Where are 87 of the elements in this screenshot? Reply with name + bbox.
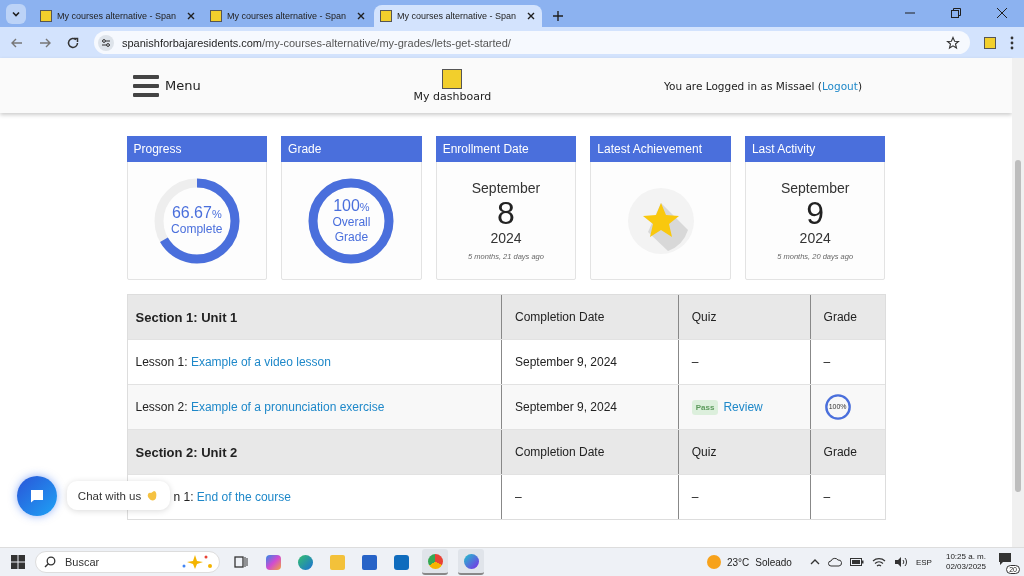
close-icon[interactable] <box>186 11 196 21</box>
restore-icon[interactable] <box>950 7 962 19</box>
card-title: Latest Achievement <box>590 136 731 162</box>
tab-title: My courses alternative - Span <box>397 11 518 21</box>
date-month: September <box>471 180 541 196</box>
chat-tooltip[interactable]: Chat with us <box>67 481 170 510</box>
temperature-text: 23°C <box>726 556 750 568</box>
scrollbar[interactable] <box>1012 58 1024 547</box>
empty-grade-text: – <box>823 355 831 369</box>
site-logo-icon <box>40 10 52 22</box>
url-text: spanishforbajaresidents.com/my-courses-alternative/my-grades/lets-get-started/ <box>122 36 512 49</box>
ring-caption: Complete <box>170 222 224 237</box>
lesson-link[interactable]: Example of a pronunciation exercise <box>190 400 385 414</box>
wifi-icon[interactable] <box>871 556 886 568</box>
completion-date: September 9, 2024 <box>514 355 618 369</box>
taskbar-search-field[interactable]: Buscar <box>35 551 220 573</box>
windows-start-icon[interactable] <box>11 555 25 569</box>
cloud-icon[interactable] <box>827 556 842 568</box>
site-settings-icon[interactable] <box>98 34 114 51</box>
search-icon <box>44 556 56 568</box>
card-title: Last Activity <box>744 136 886 162</box>
column-header: Completion Date <box>514 445 605 459</box>
site-logo-icon <box>210 10 222 22</box>
speaker-icon[interactable] <box>893 556 908 568</box>
login-status-text: You are Logged in as Missael (Logout) <box>664 79 862 92</box>
empty-quiz-text: – <box>691 355 699 369</box>
language-indicator[interactable]: ESP <box>915 557 932 567</box>
column-header: Grade <box>823 445 857 459</box>
notification-icon[interactable] <box>998 552 1012 566</box>
lesson-label: Lesson 1: <box>135 355 189 369</box>
completion-date: September 9, 2024 <box>514 400 618 414</box>
card-title: Progress <box>126 136 268 162</box>
chevron-up-icon[interactable] <box>809 557 820 567</box>
sun-icon <box>706 555 721 569</box>
tab-title: My courses alternative - Span <box>57 11 178 21</box>
browser-tab[interactable]: My courses alternative - Span <box>374 5 542 27</box>
browser-tab[interactable]: My courses alternative - Span <box>204 5 372 27</box>
chat-button[interactable] <box>17 476 57 516</box>
reload-icon[interactable] <box>66 35 80 50</box>
battery-icon[interactable] <box>849 557 864 567</box>
logout-link[interactable]: Logout <box>821 79 858 92</box>
clock[interactable]: 10:25 a. m. 02/03/2025 <box>945 552 986 572</box>
column-header: Grade <box>823 310 857 324</box>
column-header: Quiz <box>691 310 717 324</box>
ring-value: 66.67% <box>171 204 222 222</box>
bookmark-star-icon[interactable] <box>946 35 960 50</box>
lesson-link[interactable]: Example of a video lesson <box>190 355 331 369</box>
section-title: Section 1: Unit 1 <box>135 309 238 325</box>
chat-bubble-icon <box>29 488 45 504</box>
date-month: September <box>780 180 850 196</box>
date-day: 9 <box>806 196 825 230</box>
ring-value: 100% <box>333 196 370 215</box>
site-logo-icon <box>442 68 463 89</box>
tab-list-button[interactable] <box>6 4 26 24</box>
empty-grade-text: – <box>823 490 831 504</box>
section-title: Section 2: Unit 2 <box>135 444 238 460</box>
browser-tab[interactable]: My courses alternative - Span <box>34 5 202 27</box>
more-options-icon[interactable] <box>1010 35 1014 50</box>
address-field[interactable]: spanishforbajaresidents.com/my-courses-alternative/my-grades/lets-get-started/ <box>94 31 970 54</box>
extension-icon[interactable] <box>984 36 996 49</box>
lesson-link[interactable]: End of the course <box>196 490 291 504</box>
lesson-label: n 1: <box>173 490 195 504</box>
date-year: 2024 <box>490 230 522 246</box>
close-icon[interactable] <box>356 11 366 21</box>
review-link[interactable]: Review <box>723 400 763 414</box>
menu-icon <box>133 72 159 99</box>
card-title: Enrollment Date <box>435 136 577 162</box>
dashboard-link[interactable]: My dashboard <box>413 68 492 103</box>
ring-caption: Overall Grade <box>331 214 372 245</box>
empty-quiz-text: – <box>691 490 699 504</box>
date-day: 8 <box>497 196 515 230</box>
lesson-label: Lesson 2: <box>135 400 189 414</box>
new-tab-icon[interactable] <box>552 10 564 22</box>
chat-label: Chat with us <box>77 489 142 502</box>
column-header: Quiz <box>691 445 717 459</box>
close-icon[interactable] <box>996 7 1008 19</box>
completion-date: – <box>515 490 522 504</box>
menu-button[interactable]: Menu <box>133 72 201 99</box>
column-header: Completion Date <box>514 310 605 324</box>
tab-title: My courses alternative - Span <box>227 11 348 21</box>
card-title: Grade <box>281 136 422 162</box>
date-year: 2024 <box>799 230 831 246</box>
pass-badge: Pass <box>691 399 719 415</box>
site-logo-icon <box>380 10 392 22</box>
weather-text: Soleado <box>755 556 792 568</box>
chevron-down-icon <box>11 9 21 19</box>
close-icon[interactable] <box>526 11 536 21</box>
